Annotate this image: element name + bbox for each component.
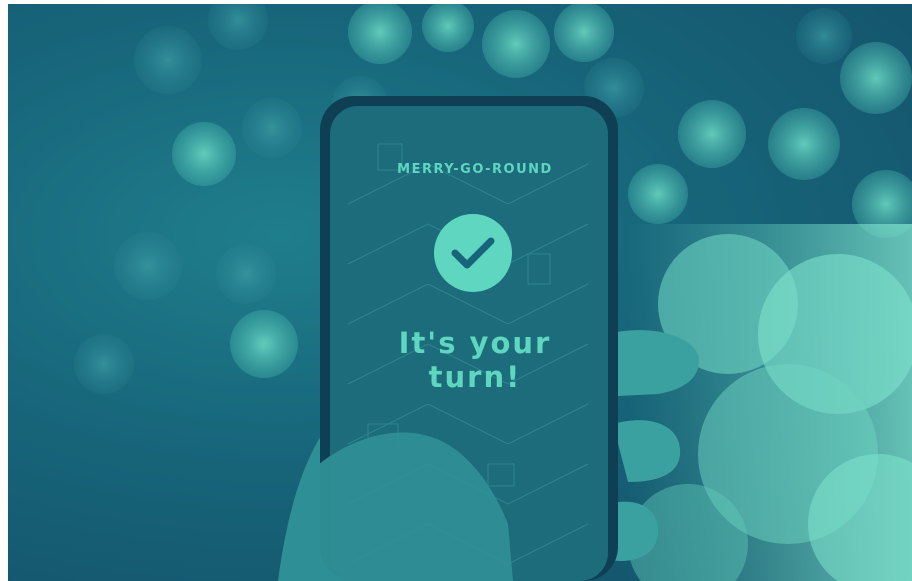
turn-status-message: It's your turn! bbox=[398, 326, 552, 394]
app-title: MERRY-GO-ROUND bbox=[397, 162, 553, 177]
bokeh-scene bbox=[74, 4, 912, 581]
checkmark-icon bbox=[434, 214, 512, 292]
bright-bokeh-right bbox=[628, 224, 912, 581]
hero-photo: MERRY-GO-ROUND It's your turn! bbox=[8, 4, 912, 581]
